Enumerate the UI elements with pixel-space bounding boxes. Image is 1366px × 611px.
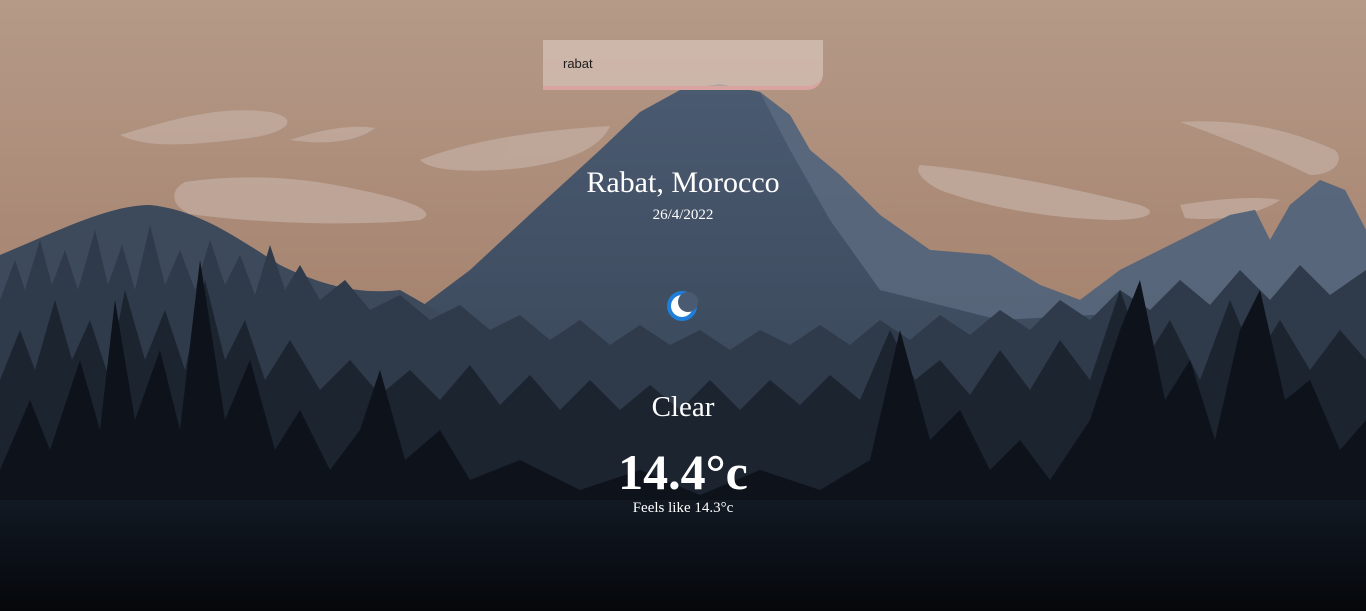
temperature-value: 14.4°c xyxy=(618,444,748,500)
moon-icon xyxy=(667,291,698,321)
search-container xyxy=(543,40,823,90)
weather-condition: Clear xyxy=(651,391,715,423)
feels-like-text: Feels like 14.3°c xyxy=(632,500,734,516)
location-title: Rabat, Morocco xyxy=(586,166,780,199)
date-text: 26/4/2022 xyxy=(652,207,714,223)
search-input[interactable] xyxy=(543,40,823,90)
